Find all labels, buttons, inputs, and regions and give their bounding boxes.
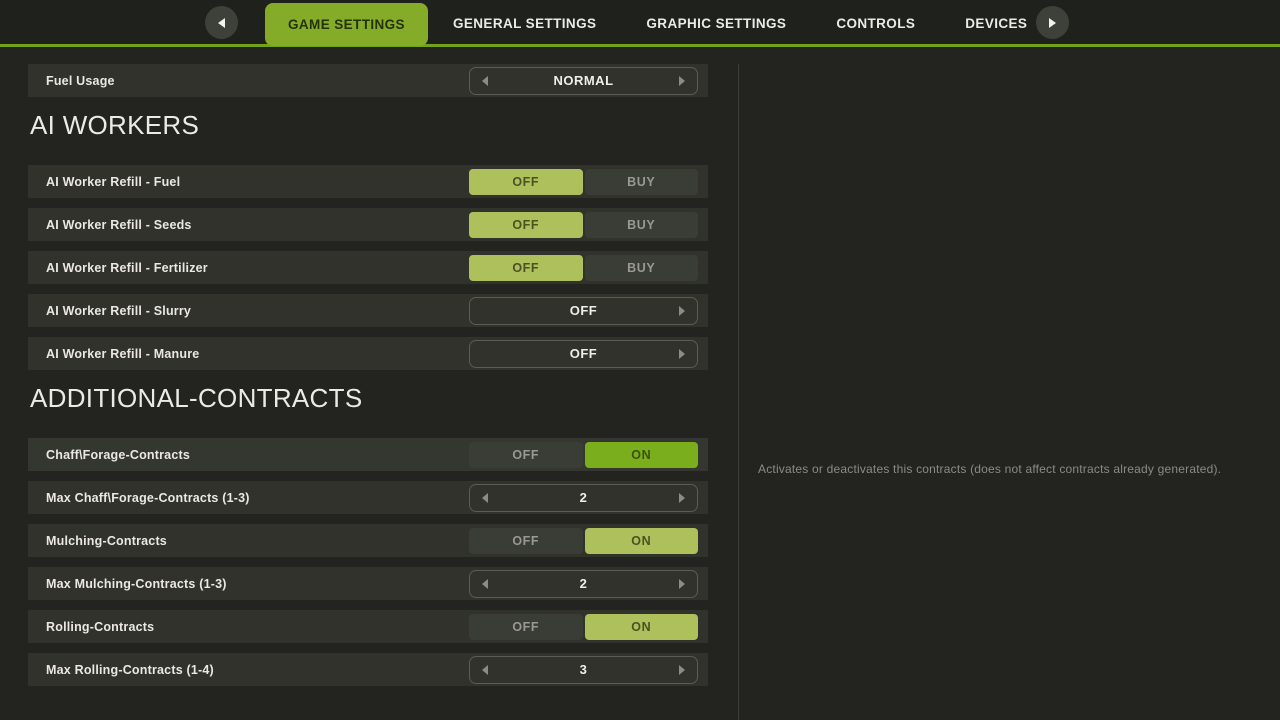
option-selector[interactable]: OFF xyxy=(469,297,698,325)
setting-label: Chaff\Forage-Contracts xyxy=(28,448,469,462)
setting-label: Mulching-Contracts xyxy=(28,534,469,548)
selector-value: 2 xyxy=(470,485,697,511)
selector-value: OFF xyxy=(470,341,697,367)
toggle-option-buy[interactable]: BUY xyxy=(585,255,699,281)
settings-list: Fuel UsageNORMAL AI WORKERS AI Worker Refi… xyxy=(28,64,708,696)
tab-general-settings[interactable]: GENERAL SETTINGS xyxy=(428,0,621,47)
toggle-option-on[interactable]: ON xyxy=(585,528,699,554)
setting-row-max-chaff-forage-contracts-1-3-: Max Chaff\Forage-Contracts (1-3)2 xyxy=(28,481,708,514)
setting-row-ai-worker-refill-seeds: AI Worker Refill - SeedsOFFBUY xyxy=(28,208,708,241)
toggle-option-off[interactable]: OFF xyxy=(469,442,583,468)
next-option-icon[interactable] xyxy=(679,579,685,589)
next-option-icon[interactable] xyxy=(679,493,685,503)
setting-label: Rolling-Contracts xyxy=(28,620,469,634)
setting-row-ai-worker-refill-slurry: AI Worker Refill - SlurryOFF xyxy=(28,294,708,327)
setting-label: Max Mulching-Contracts (1-3) xyxy=(28,577,469,591)
tab-list: GAME SETTINGSGENERAL SETTINGSGRAPHIC SET… xyxy=(265,0,1052,47)
toggle-group: OFFON xyxy=(469,614,698,640)
toggle-group: OFFON xyxy=(469,442,698,468)
toggle-option-off[interactable]: OFF xyxy=(469,255,583,281)
next-option-icon[interactable] xyxy=(679,349,685,359)
toggle-option-off[interactable]: OFF xyxy=(469,212,583,238)
tab-controls[interactable]: CONTROLS xyxy=(811,0,940,47)
option-selector[interactable]: 2 xyxy=(469,484,698,512)
section-heading-ai-workers: AI WORKERS xyxy=(30,110,708,141)
toggle-option-on[interactable]: ON xyxy=(585,442,699,468)
option-selector[interactable]: 2 xyxy=(469,570,698,598)
panel-divider xyxy=(738,64,739,720)
next-option-icon[interactable] xyxy=(679,76,685,86)
toggle-option-off[interactable]: OFF xyxy=(469,169,583,195)
setting-label: AI Worker Refill - Seeds xyxy=(28,218,469,232)
settings-tab-bar: GAME SETTINGSGENERAL SETTINGSGRAPHIC SET… xyxy=(0,0,1280,47)
option-selector[interactable]: NORMAL xyxy=(469,67,698,95)
setting-tooltip: Activates or deactivates this contracts … xyxy=(758,462,1221,476)
setting-label: AI Worker Refill - Manure xyxy=(28,347,469,361)
option-selector[interactable]: 3 xyxy=(469,656,698,684)
previous-tab-button[interactable] xyxy=(205,6,238,39)
tab-game-settings[interactable]: GAME SETTINGS xyxy=(265,3,428,46)
selector-value: OFF xyxy=(470,298,697,324)
setting-label: AI Worker Refill - Fertilizer xyxy=(28,261,469,275)
setting-row-max-rolling-contracts-1-4-: Max Rolling-Contracts (1-4)3 xyxy=(28,653,708,686)
section-heading-additional-contracts: ADDITIONAL-CONTRACTS xyxy=(30,383,708,414)
next-tab-button[interactable] xyxy=(1036,6,1069,39)
toggle-group: OFFON xyxy=(469,528,698,554)
toggle-option-buy[interactable]: BUY xyxy=(585,212,699,238)
setting-row-fuel-usage: Fuel UsageNORMAL xyxy=(28,64,708,97)
next-option-icon[interactable] xyxy=(679,306,685,316)
setting-row-rolling-contracts: Rolling-ContractsOFFON xyxy=(28,610,708,643)
selector-value: NORMAL xyxy=(470,68,697,94)
setting-label: Max Chaff\Forage-Contracts (1-3) xyxy=(28,491,469,505)
toggle-option-off[interactable]: OFF xyxy=(469,528,583,554)
tab-graphic-settings[interactable]: GRAPHIC SETTINGS xyxy=(621,0,811,47)
toggle-group: OFFBUY xyxy=(469,169,698,195)
toggle-group: OFFBUY xyxy=(469,255,698,281)
option-selector[interactable]: OFF xyxy=(469,340,698,368)
toggle-option-on[interactable]: ON xyxy=(585,614,699,640)
setting-row-mulching-contracts: Mulching-ContractsOFFON xyxy=(28,524,708,557)
selector-value: 2 xyxy=(470,571,697,597)
setting-row-ai-worker-refill-manure: AI Worker Refill - ManureOFF xyxy=(28,337,708,370)
selector-value: 3 xyxy=(470,657,697,683)
setting-row-chaff-forage-contracts: Chaff\Forage-ContractsOFFON xyxy=(28,438,708,471)
setting-label: Fuel Usage xyxy=(28,74,469,88)
arrow-right-icon xyxy=(1049,18,1056,28)
toggle-option-buy[interactable]: BUY xyxy=(585,169,699,195)
toggle-option-off[interactable]: OFF xyxy=(469,614,583,640)
setting-row-max-mulching-contracts-1-3-: Max Mulching-Contracts (1-3)2 xyxy=(28,567,708,600)
setting-row-ai-worker-refill-fertilizer: AI Worker Refill - FertilizerOFFBUY xyxy=(28,251,708,284)
toggle-group: OFFBUY xyxy=(469,212,698,238)
setting-label: AI Worker Refill - Fuel xyxy=(28,175,469,189)
next-option-icon[interactable] xyxy=(679,665,685,675)
setting-label: Max Rolling-Contracts (1-4) xyxy=(28,663,469,677)
arrow-left-icon xyxy=(218,18,225,28)
setting-label: AI Worker Refill - Slurry xyxy=(28,304,469,318)
setting-row-ai-worker-refill-fuel: AI Worker Refill - FuelOFFBUY xyxy=(28,165,708,198)
